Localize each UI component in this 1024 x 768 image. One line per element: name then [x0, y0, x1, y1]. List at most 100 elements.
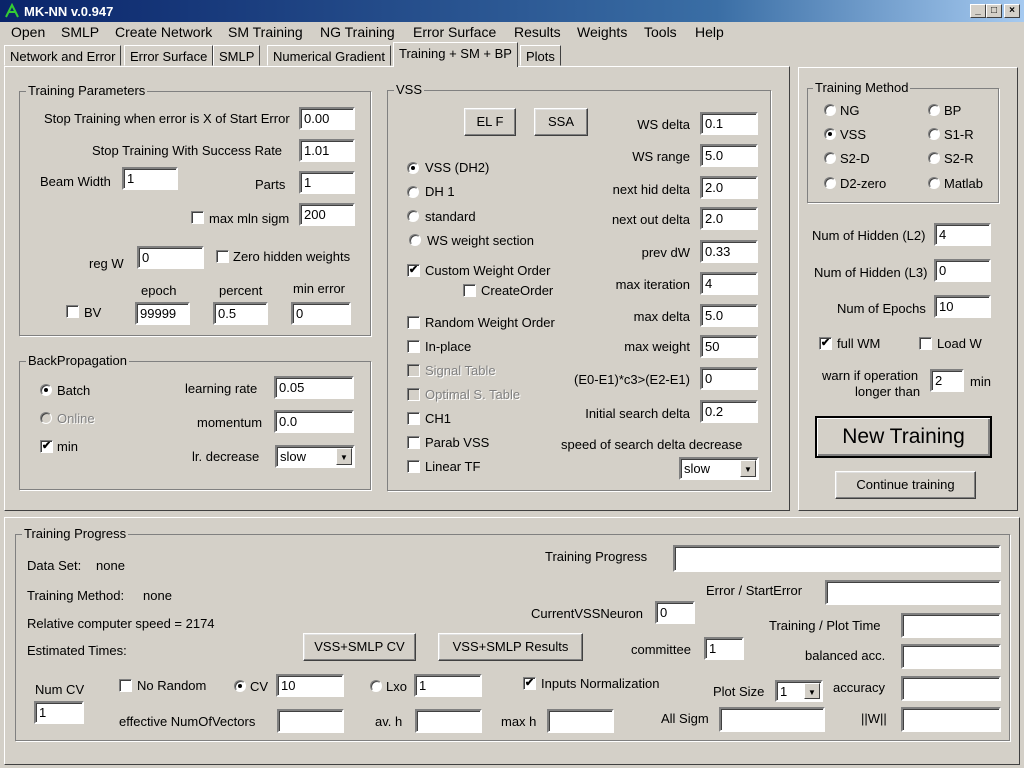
close-button[interactable]: × — [1004, 4, 1020, 18]
max-mln-checkbox[interactable] — [191, 211, 204, 224]
tab-numerical-gradient[interactable]: Numerical Gradient — [267, 45, 391, 66]
menu-open[interactable]: Open — [11, 24, 45, 40]
ch1-checkbox[interactable] — [407, 412, 420, 425]
prev-dw-input[interactable]: 0.33 — [700, 240, 758, 263]
max-delta-input[interactable]: 5.0 — [700, 304, 758, 327]
ws-delta-input[interactable]: 0.1 — [700, 112, 758, 135]
no-random-checkbox[interactable] — [119, 679, 132, 692]
batch-radio[interactable] — [40, 384, 52, 396]
method-d2zero-radio[interactable] — [824, 177, 836, 189]
vss-smlp-results-button[interactable]: VSS+SMLP Results — [438, 633, 583, 661]
lr-decrease-select[interactable]: slow ▼ — [275, 445, 355, 468]
cv-input[interactable]: 10 — [276, 674, 344, 697]
chevron-down-icon[interactable]: ▼ — [804, 683, 820, 699]
inputs-normalization-label: Inputs Normalization — [541, 676, 660, 691]
chevron-down-icon[interactable]: ▼ — [336, 448, 352, 465]
dh1-radio[interactable] — [407, 186, 419, 198]
cv-radio[interactable] — [234, 680, 246, 692]
method-s2d-radio[interactable] — [824, 152, 836, 164]
zero-hidden-checkbox[interactable] — [216, 250, 229, 263]
optimal-s-table-checkbox[interactable] — [407, 388, 420, 401]
all-sigm-label: All Sigm — [661, 711, 709, 726]
menu-weights[interactable]: Weights — [577, 24, 627, 40]
create-order-checkbox[interactable] — [463, 284, 476, 297]
menu-tools[interactable]: Tools — [644, 24, 677, 40]
min-checkbox[interactable]: ✔ — [40, 440, 53, 453]
reg-w-input[interactable]: 0 — [137, 246, 204, 269]
zero-hidden-label: Zero hidden weights — [233, 249, 351, 264]
speed-decrease-select[interactable]: slow ▼ — [679, 457, 759, 480]
new-training-button[interactable]: New Training — [815, 416, 992, 458]
stop-error-input[interactable]: 0.00 — [299, 107, 355, 130]
random-weight-order-checkbox[interactable] — [407, 316, 420, 329]
method-bp-radio[interactable] — [928, 104, 940, 116]
menu-ng-training[interactable]: NG Training — [320, 24, 395, 40]
custom-weight-order-checkbox[interactable]: ✔ — [407, 264, 420, 277]
lxo-radio[interactable] — [370, 680, 382, 692]
committee-input[interactable]: 1 — [704, 637, 744, 660]
method-ng-radio[interactable] — [824, 104, 836, 116]
num-cv-input[interactable]: 1 — [34, 701, 84, 724]
min-error-input[interactable]: 0 — [291, 302, 351, 325]
tab-plots[interactable]: Plots — [520, 45, 561, 66]
menu-create-network[interactable]: Create Network — [115, 24, 212, 40]
method-s1r-radio[interactable] — [928, 128, 940, 140]
menu-sm-training[interactable]: SM Training — [228, 24, 303, 40]
method-matlab-radio[interactable] — [928, 177, 940, 189]
tab-error-surface[interactable]: Error Surface — [124, 45, 214, 66]
epoch-input[interactable]: 99999 — [135, 302, 190, 325]
max-weight-input[interactable]: 50 — [700, 335, 758, 358]
menu-help[interactable]: Help — [695, 24, 724, 40]
in-place-checkbox[interactable] — [407, 340, 420, 353]
standard-radio[interactable] — [407, 210, 419, 222]
tab-training-sm-bp[interactable]: Training + SM + BP — [393, 42, 518, 67]
warn-label-1: warn if operation — [822, 368, 919, 383]
initial-search-delta-input[interactable]: 0.2 — [700, 400, 758, 423]
ssa-button[interactable]: SSA — [534, 108, 588, 136]
full-wm-checkbox[interactable]: ✔ — [819, 337, 832, 350]
warn-input[interactable]: 2 — [930, 369, 964, 392]
menu-smlp[interactable]: SMLP — [61, 24, 99, 40]
tab-smlp[interactable]: SMLP — [213, 45, 261, 66]
menu-error-surface[interactable]: Error Surface — [413, 24, 496, 40]
learning-rate-input[interactable]: 0.05 — [274, 376, 354, 399]
lxo-input[interactable]: 1 — [414, 674, 482, 697]
current-vss-field: 0 — [655, 601, 695, 624]
chevron-down-icon[interactable]: ▼ — [740, 460, 756, 477]
e0-e1-input[interactable]: 0 — [700, 367, 758, 390]
hidden-l3-input[interactable]: 0 — [934, 259, 991, 282]
inputs-normalization-checkbox[interactable]: ✔ — [523, 677, 536, 690]
hidden-l2-input[interactable]: 4 — [934, 223, 991, 246]
backprop-title: BackPropagation — [26, 353, 130, 368]
method-vss-radio[interactable] — [824, 128, 836, 140]
vss-title: VSS — [394, 82, 425, 97]
max-mln-input[interactable]: 200 — [299, 203, 355, 226]
load-w-checkbox[interactable] — [919, 337, 932, 350]
vss-smlp-cv-button[interactable]: VSS+SMLP CV — [303, 633, 416, 661]
parab-vss-checkbox[interactable] — [407, 436, 420, 449]
beam-width-input[interactable]: 1 — [122, 167, 178, 190]
vss-dh2-radio[interactable] — [407, 162, 419, 174]
percent-input[interactable]: 0.5 — [213, 302, 268, 325]
maximize-button[interactable]: □ — [986, 4, 1002, 18]
parts-input[interactable]: 1 — [299, 171, 355, 194]
continue-training-button[interactable]: Continue training — [835, 471, 976, 499]
momentum-input[interactable]: 0.0 — [274, 410, 354, 433]
tab-network-and-error[interactable]: Network and Error — [4, 45, 122, 66]
next-hid-delta-input[interactable]: 2.0 — [700, 176, 758, 199]
online-radio[interactable] — [40, 412, 52, 424]
elf-button[interactable]: EL F — [464, 108, 516, 136]
plot-size-select[interactable]: 1 ▼ — [775, 680, 823, 702]
minimize-button[interactable]: _ — [970, 4, 986, 18]
method-s2r-radio[interactable] — [928, 152, 940, 164]
ws-section-radio[interactable] — [409, 234, 421, 246]
ws-range-input[interactable]: 5.0 — [700, 144, 758, 167]
signal-table-checkbox[interactable] — [407, 364, 420, 377]
linear-tf-checkbox[interactable] — [407, 460, 420, 473]
bv-checkbox[interactable] — [66, 305, 79, 318]
stop-success-input[interactable]: 1.01 — [299, 139, 355, 162]
menu-results[interactable]: Results — [514, 24, 561, 40]
max-iteration-input[interactable]: 4 — [700, 272, 758, 295]
next-out-delta-input[interactable]: 2.0 — [700, 207, 758, 230]
epochs-input[interactable]: 10 — [934, 295, 991, 318]
